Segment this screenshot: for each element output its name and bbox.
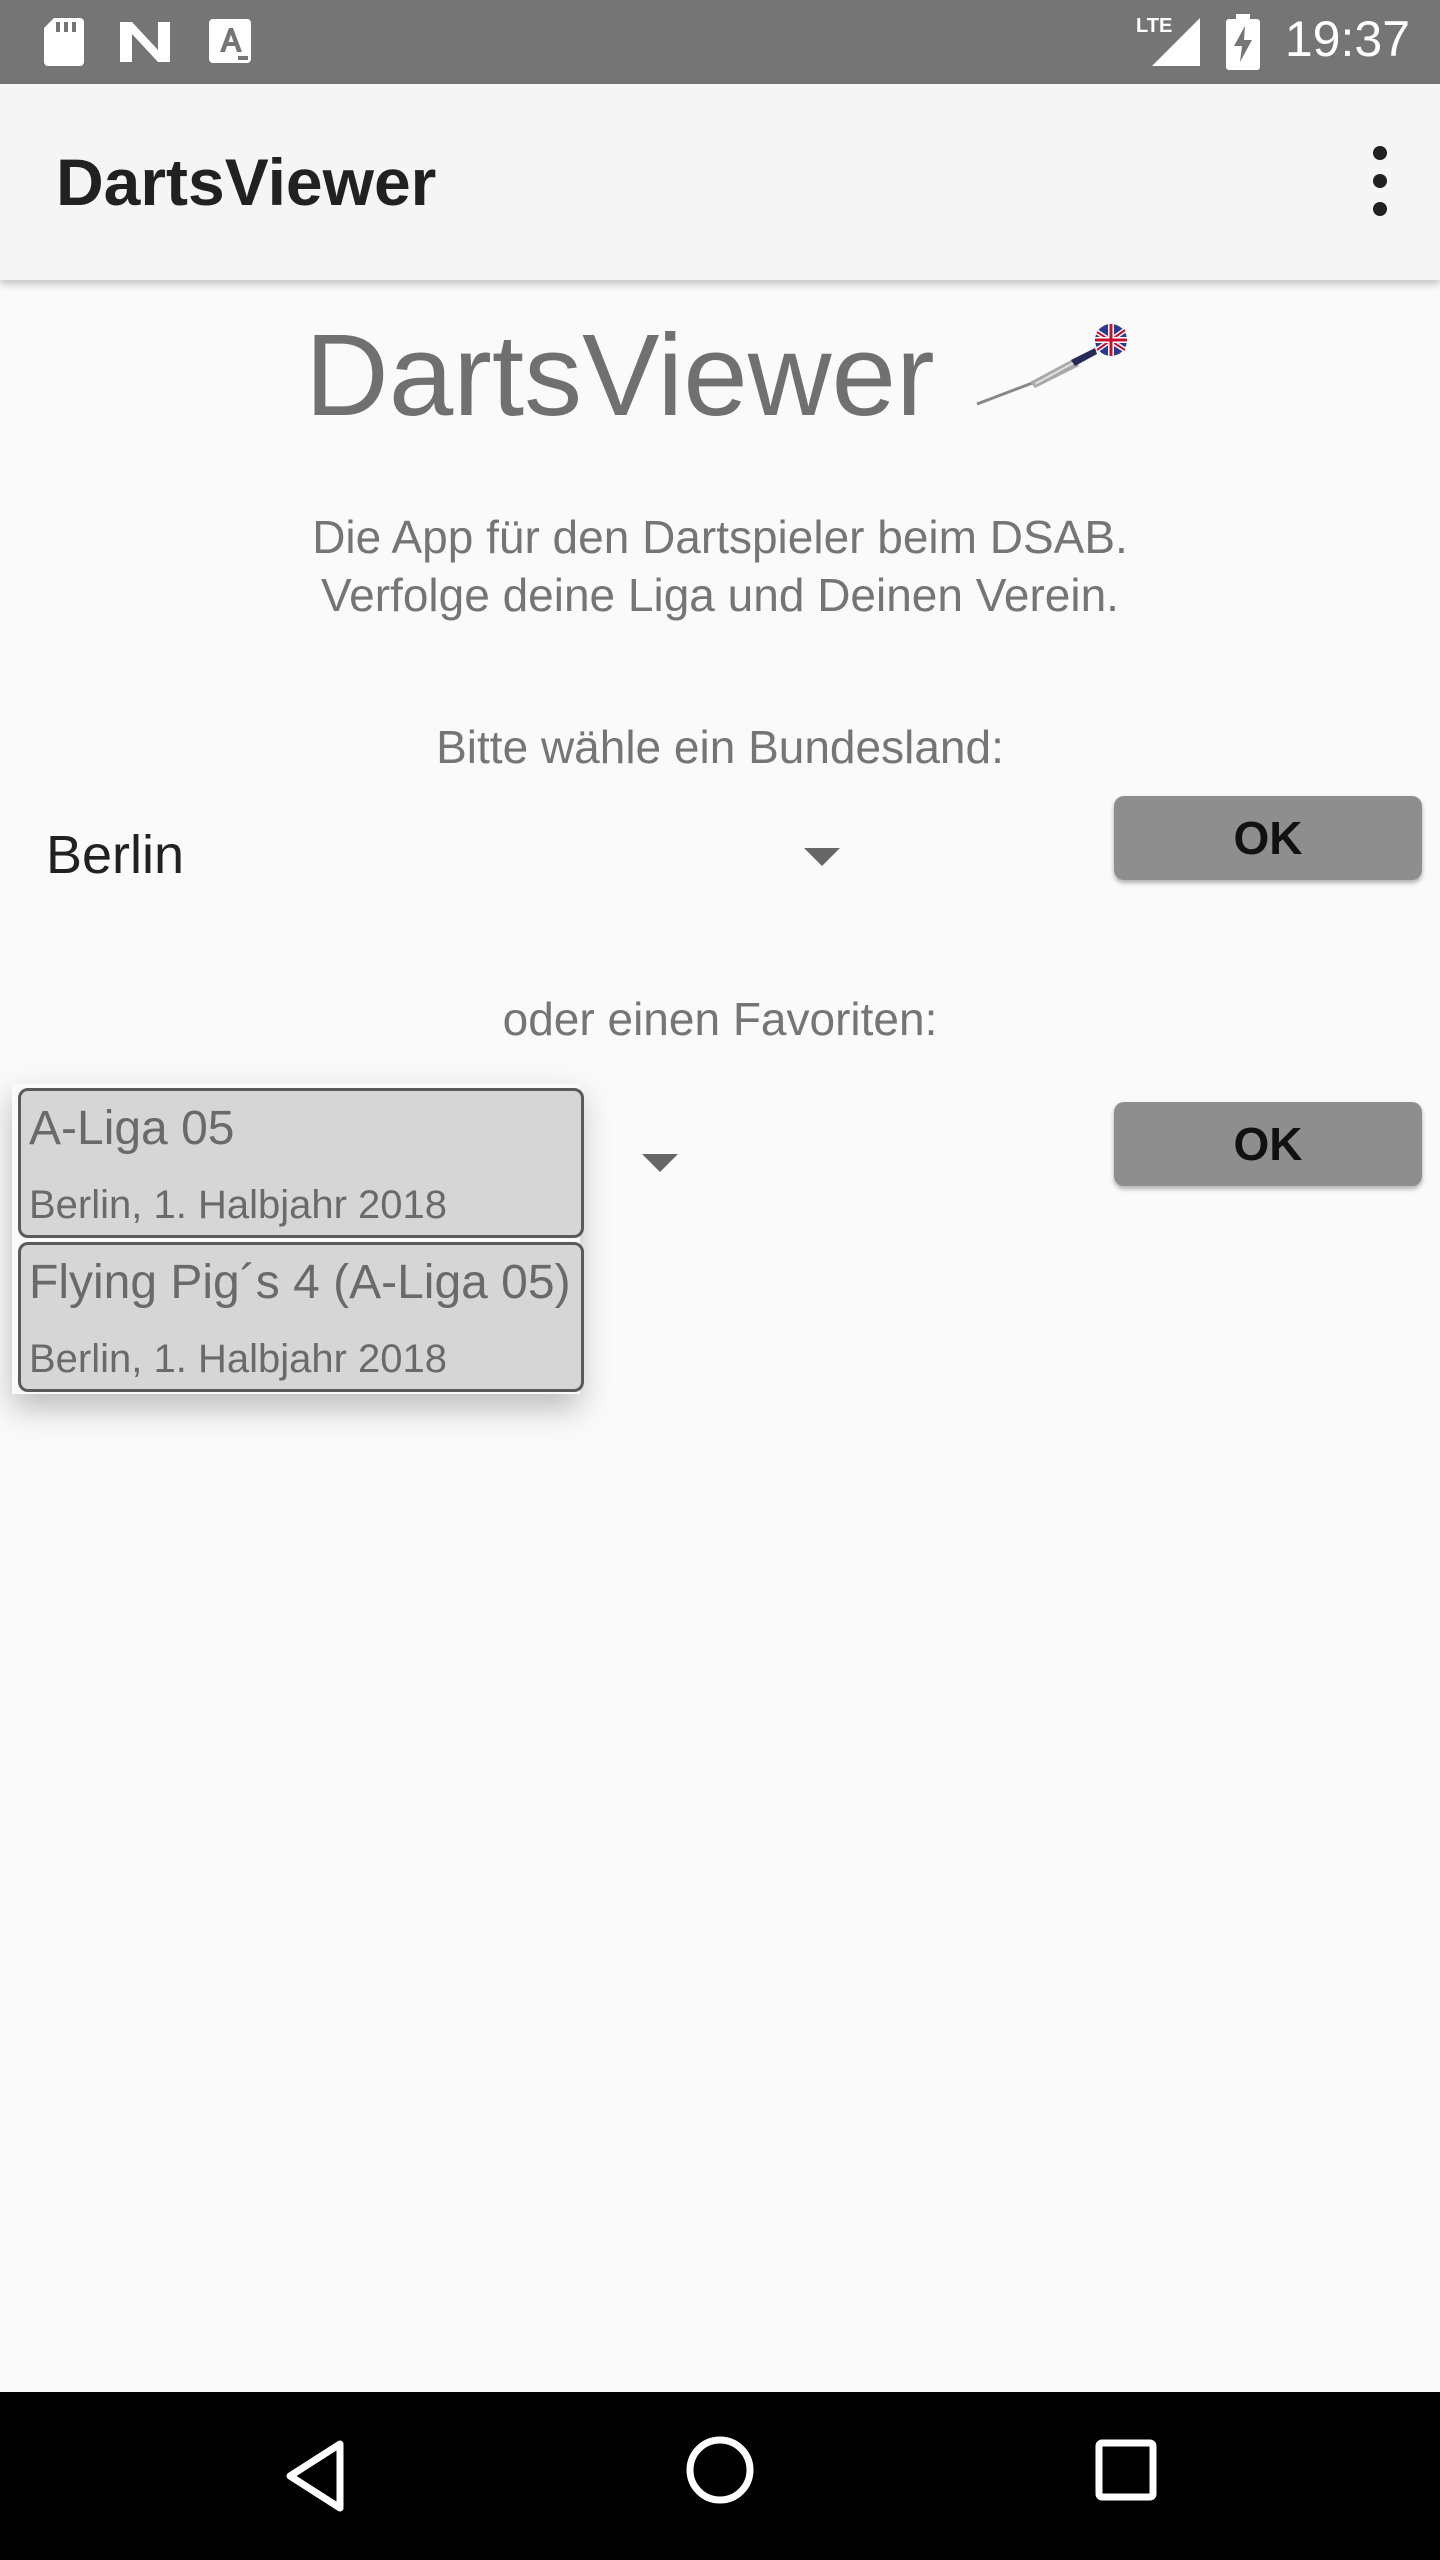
favorite-spinner-caret-icon[interactable] bbox=[642, 1154, 678, 1172]
n-notification-icon bbox=[120, 22, 170, 62]
state-spinner-value: Berlin bbox=[46, 825, 185, 885]
favorite-ok-button[interactable]: OK bbox=[1114, 1102, 1422, 1186]
app-bar-title: DartsViewer bbox=[56, 145, 437, 219]
dropdown-item-subtitle: Berlin, 1. Halbjahr 2018 bbox=[29, 1183, 448, 1227]
svg-text:LTE: LTE bbox=[1136, 15, 1172, 37]
status-bar: LTE 19:37 bbox=[0, 0, 1440, 84]
a-notification-icon bbox=[209, 19, 251, 63]
intro-text: Die App für den Dartspieler beim DSAB. V… bbox=[0, 508, 1440, 624]
more-vert-icon[interactable] bbox=[1360, 146, 1400, 216]
dropdown-item-subtitle: Berlin, 1. Halbjahr 2018 bbox=[29, 1337, 448, 1381]
state-spinner[interactable]: Berlin bbox=[46, 824, 184, 886]
sd-card-icon bbox=[44, 18, 84, 66]
intro-line-1: Die App für den Dartspieler beim DSAB. bbox=[312, 511, 1128, 563]
back-icon[interactable] bbox=[280, 2436, 350, 2516]
dropdown-item-name: A-Liga 05 bbox=[29, 1102, 235, 1155]
main-content: DartsViewer Die App für den Dartspieler … bbox=[0, 280, 1440, 2390]
state-label: Bitte wähle ein Bundesland: bbox=[436, 721, 1004, 773]
recents-icon[interactable] bbox=[1094, 2438, 1158, 2502]
status-time: 19:37 bbox=[1284, 11, 1410, 67]
navigation-bar bbox=[0, 2392, 1440, 2560]
app-bar: DartsViewer bbox=[0, 84, 1440, 280]
dropdown-item-name: Flying Pig´s 4 (A-Liga 05) bbox=[29, 1256, 571, 1309]
favorite-label: oder einen Favoriten: bbox=[502, 993, 938, 1045]
dropdown-item-1[interactable]: Flying Pig´s 4 (A-Liga 05) Berlin, 1. Ha… bbox=[18, 1242, 584, 1392]
state-spinner-caret-icon[interactable] bbox=[804, 848, 840, 866]
favorite-dropdown: A-Liga 05 Berlin, 1. Halbjahr 2018 Flyin… bbox=[12, 1084, 584, 1394]
dropdown-item-0[interactable]: A-Liga 05 Berlin, 1. Halbjahr 2018 bbox=[18, 1088, 584, 1238]
dart-icon bbox=[976, 324, 1127, 406]
home-icon[interactable] bbox=[684, 2434, 756, 2506]
lte-signal-icon: LTE bbox=[1136, 15, 1200, 66]
page-title: DartsViewer bbox=[305, 310, 935, 440]
state-ok-button[interactable]: OK bbox=[1114, 796, 1422, 880]
battery-charging-icon bbox=[1226, 14, 1260, 70]
intro-line-2: Verfolge deine Liga und Deinen Verein. bbox=[321, 569, 1119, 621]
